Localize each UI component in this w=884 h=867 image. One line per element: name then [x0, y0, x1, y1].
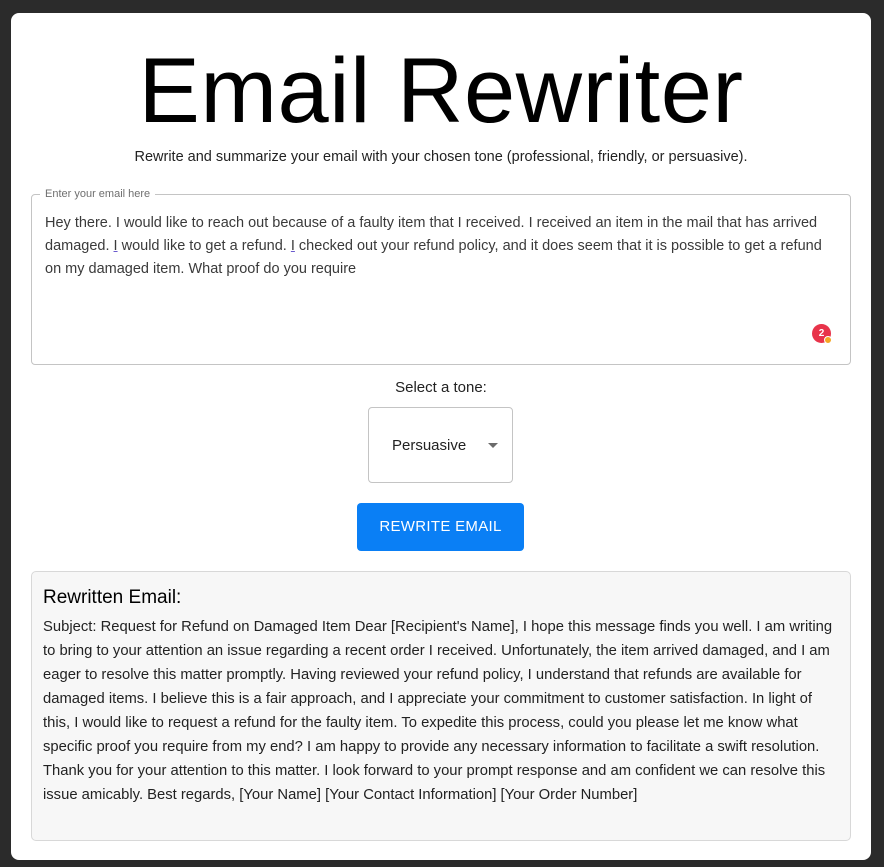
- page-subtitle: Rewrite and summarize your email with yo…: [134, 149, 748, 165]
- email-input-label: Enter your email here: [40, 187, 156, 201]
- email-input-text[interactable]: Hey there. I would like to reach out bec…: [45, 212, 840, 281]
- rewritten-email-title: Rewritten Email:: [43, 587, 182, 608]
- rewrite-email-button[interactable]: REWRITE EMAIL: [357, 503, 524, 551]
- rewritten-email-text: Subject: Request for Refund on Damaged I…: [43, 619, 833, 803]
- grammar-assistant-icon[interactable]: 2: [812, 324, 832, 344]
- app-card: Email Rewriter Rewrite and summarize you…: [11, 13, 871, 860]
- tone-select[interactable]: Persuasive: [368, 407, 513, 483]
- tone-selected-value: Persuasive: [392, 437, 467, 454]
- email-text-segment: would like to get a refund.: [117, 238, 291, 254]
- chevron-down-icon: [488, 443, 498, 448]
- rewritten-email-panel: Rewritten Email: Subject: Request for Re…: [31, 571, 851, 841]
- tone-label: Select a tone:: [395, 379, 487, 396]
- grammar-status-dot: [824, 336, 832, 344]
- page-title: Email Rewriter: [138, 40, 744, 142]
- email-input[interactable]: Enter your email here Hey there. I would…: [31, 187, 851, 365]
